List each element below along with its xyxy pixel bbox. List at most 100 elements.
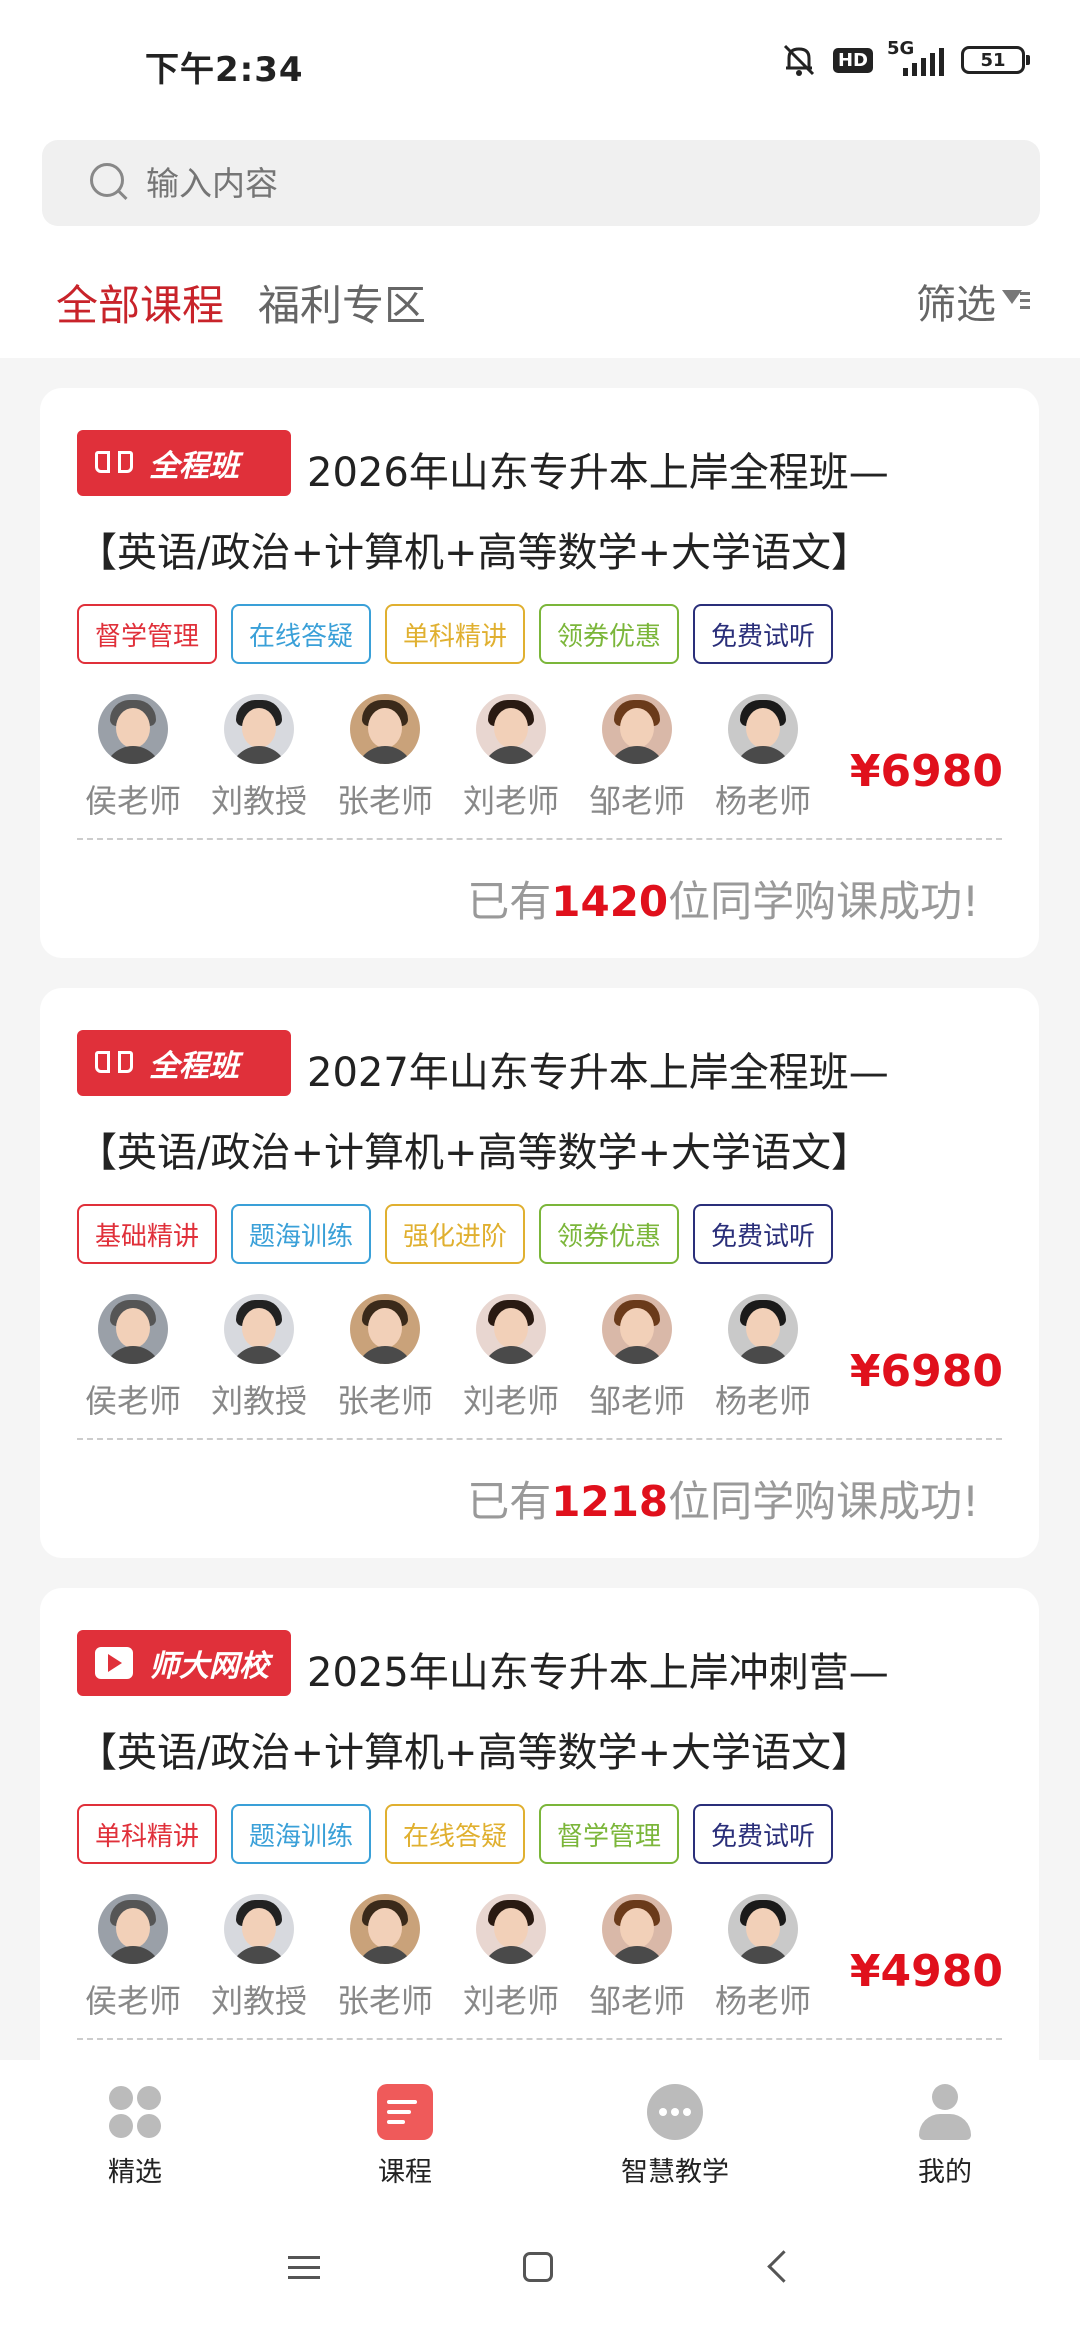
course-tags: 单科精讲 题海训练 在线答疑 督学管理 免费试听	[77, 1804, 833, 1864]
avatar	[224, 694, 294, 764]
teacher-item[interactable]: 张老师	[322, 1294, 448, 1422]
signal-icon: 5G	[887, 38, 947, 80]
teacher-name: 刘教授	[210, 782, 307, 820]
teacher-name: 邹老师	[588, 782, 685, 820]
course-tag[interactable]: 单科精讲	[385, 604, 525, 664]
course-tag[interactable]: 题海训练	[231, 1204, 371, 1264]
course-edit-icon	[377, 2084, 433, 2140]
course-tag[interactable]: 题海训练	[231, 1804, 371, 1864]
course-badge: 全程班	[77, 430, 291, 496]
course-tag[interactable]: 强化进阶	[385, 1204, 525, 1264]
avatar	[350, 1294, 420, 1364]
teacher-name: 侯老师	[84, 782, 181, 820]
nav-courses[interactable]: 课程	[315, 2084, 495, 2189]
book-icon	[95, 447, 133, 479]
avatar	[350, 1894, 420, 1964]
search-icon	[90, 163, 130, 203]
avatar	[728, 1894, 798, 1964]
teacher-name: 杨老师	[714, 1382, 810, 1420]
course-tag[interactable]: 基础精讲	[77, 1204, 217, 1264]
tab-welfare[interactable]: 福利专区	[258, 272, 426, 333]
course-title-line2: 【英语/政治+计算机+高等数学+大学语文】	[77, 1730, 872, 1776]
teacher-name: 侯老师	[84, 1982, 181, 2020]
teacher-item[interactable]: 邹老师	[574, 1894, 700, 2022]
course-tag[interactable]: 领券优惠	[539, 604, 679, 664]
teacher-item[interactable]: 刘老师	[448, 694, 574, 822]
teacher-item[interactable]: 邹老师	[574, 1294, 700, 1422]
menu-icon[interactable]	[288, 2256, 320, 2280]
back-icon[interactable]	[767, 2250, 800, 2283]
badge-label: 全程班	[149, 1049, 239, 1084]
avatar	[98, 694, 168, 764]
course-tag[interactable]: 免费试听	[693, 604, 833, 664]
play-icon	[95, 1647, 133, 1679]
course-price: ¥6980	[849, 1346, 1003, 1397]
course-tag[interactable]: 督学管理	[539, 1804, 679, 1864]
teacher-item[interactable]: 侯老师	[70, 694, 196, 822]
search-input[interactable]	[144, 162, 948, 204]
teacher-item[interactable]: 刘教授	[196, 694, 322, 822]
course-badge: 师大网校	[77, 1630, 291, 1696]
teacher-name: 张老师	[336, 1382, 433, 1420]
search-area	[0, 130, 1080, 230]
avatar	[98, 1294, 168, 1364]
teacher-item[interactable]: 杨老师	[700, 1894, 810, 2022]
teacher-item[interactable]: 邹老师	[574, 694, 700, 822]
teacher-item[interactable]: 刘教授	[196, 1294, 322, 1422]
nav-label: 智慧教学	[621, 2157, 729, 2188]
course-tag[interactable]: 免费试听	[693, 1804, 833, 1864]
course-tag[interactable]: 在线答疑	[231, 604, 371, 664]
teacher-item[interactable]: 侯老师	[70, 1894, 196, 2022]
nav-label: 课程	[378, 2157, 432, 2188]
grid-icon	[107, 2084, 163, 2140]
tab-all-courses[interactable]: 全部课程	[56, 272, 224, 333]
course-tag[interactable]: 督学管理	[77, 604, 217, 664]
course-tag[interactable]: 免费试听	[693, 1204, 833, 1264]
teacher-name: 刘老师	[462, 1982, 559, 2020]
teacher-item[interactable]: 刘老师	[448, 1894, 574, 2022]
nav-featured[interactable]: 精选	[45, 2084, 225, 2189]
teacher-item[interactable]: 张老师	[322, 1894, 448, 2022]
avatar	[602, 1894, 672, 1964]
course-title-line1: 2027年山东专升本上岸全程班—	[307, 1050, 889, 1096]
teacher-name: 侯老师	[84, 1382, 181, 1420]
teacher-name: 邹老师	[588, 1382, 685, 1420]
status-bar: 下午2:34 HD 5G 51	[0, 0, 1080, 130]
bell-muted-icon	[783, 44, 815, 76]
filter-label: 筛选	[916, 282, 996, 328]
avatar	[224, 1894, 294, 1964]
status-time: 下午2:34	[145, 50, 304, 90]
teacher-list: 侯老师 刘教授 张老师 刘老师 邹老师 杨老师	[70, 1894, 810, 2024]
course-card[interactable]: 全程班 2026年山东专升本上岸全程班— 【英语/政治+计算机+高等数学+大学语文】…	[40, 388, 1039, 958]
teacher-item[interactable]: 侯老师	[70, 1294, 196, 1422]
teacher-name: 杨老师	[714, 1982, 810, 2020]
course-price: ¥4980	[849, 1946, 1003, 1997]
sold-suffix: 位同学购课成功!	[668, 877, 979, 926]
teacher-item[interactable]: 刘教授	[196, 1894, 322, 2022]
hd-badge: HD	[832, 47, 873, 73]
badge-label: 师大网校	[149, 1649, 269, 1684]
course-tag[interactable]: 在线答疑	[385, 1804, 525, 1864]
divider	[77, 1438, 1002, 1440]
home-icon[interactable]	[523, 2252, 553, 2282]
course-tag[interactable]: 单科精讲	[77, 1804, 217, 1864]
sold-prefix: 已有	[467, 1477, 552, 1526]
course-card[interactable]: 全程班 2027年山东专升本上岸全程班— 【英语/政治+计算机+高等数学+大学语文】…	[40, 988, 1039, 1558]
status-icons: HD 5G 51	[779, 38, 1030, 80]
user-icon	[917, 2084, 973, 2140]
sold-suffix: 位同学购课成功!	[668, 1477, 979, 1526]
teacher-item[interactable]: 杨老师	[700, 1294, 810, 1422]
course-title-line1: 2026年山东专升本上岸全程班—	[307, 450, 889, 496]
search-bar[interactable]	[42, 140, 1040, 226]
teacher-item[interactable]: 杨老师	[700, 694, 810, 822]
teacher-item[interactable]: 刘老师	[448, 1294, 574, 1422]
filter-button[interactable]: 筛选	[916, 272, 1030, 330]
chat-icon	[647, 2084, 703, 2140]
course-tag[interactable]: 领券优惠	[539, 1204, 679, 1264]
nav-smart-teaching[interactable]: 智慧教学	[585, 2084, 765, 2189]
teacher-name: 刘老师	[462, 782, 559, 820]
divider	[77, 2038, 1002, 2040]
nav-mine[interactable]: 我的	[855, 2084, 1035, 2189]
teacher-name: 刘教授	[210, 1382, 307, 1420]
teacher-item[interactable]: 张老师	[322, 694, 448, 822]
